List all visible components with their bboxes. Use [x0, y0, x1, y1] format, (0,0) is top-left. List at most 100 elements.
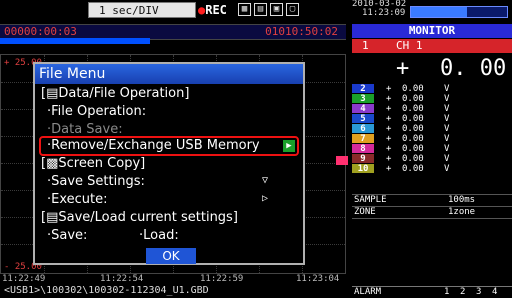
channel-row[interactable]: 7 +0.00 V: [352, 134, 512, 144]
elapsed-time: 00000:00:03: [4, 25, 77, 38]
time-tick: 11:22:54: [100, 274, 144, 284]
channel-unit: V: [444, 124, 450, 134]
channel-unit: V: [444, 164, 450, 174]
channel-row[interactable]: 3 +0.00 V: [352, 94, 512, 104]
timebase-display[interactable]: 1 sec/DIV: [88, 2, 196, 18]
section-screen-copy: [▩Screen Copy]: [41, 156, 146, 171]
alarm-channel[interactable]: 2: [460, 287, 465, 298]
channel-unit: V: [444, 134, 450, 144]
channel-number: 7: [352, 134, 374, 144]
save-item[interactable]: ·Save:: [47, 228, 87, 244]
rec-indicator: ●REC: [198, 2, 227, 18]
channel-number: 5: [352, 114, 374, 124]
channel-value: 0.00: [402, 134, 424, 144]
channel-value: 0.00: [402, 144, 424, 154]
sample-info: SAMPLE 100ms ZONE 1zone: [352, 194, 512, 219]
disk-icon[interactable]: ▣: [270, 3, 283, 16]
alarm-channel[interactable]: 1: [444, 287, 449, 298]
layout-icon[interactable]: ▦: [238, 3, 251, 16]
battery-fill: [411, 7, 467, 17]
channel-number: 8: [352, 144, 374, 154]
channel-value: 0.00: [402, 94, 424, 104]
ch1-sign: +: [396, 56, 410, 81]
channel-row[interactable]: 10 +0.00 V: [352, 164, 512, 174]
alarm-channel[interactable]: 4: [492, 287, 497, 298]
sample-row: SAMPLE 100ms: [352, 194, 512, 206]
channel-sign: +: [386, 84, 392, 94]
channel-unit: V: [444, 84, 450, 94]
ch1-reading: + 0. 00: [352, 54, 512, 84]
zone-label: ZONE: [354, 207, 376, 217]
section-data-file: [▤Data/File Operation]: [41, 86, 190, 101]
channel-sign: +: [386, 104, 392, 114]
sample-value: 100ms: [448, 195, 476, 205]
time-tick: 11:23:04: [296, 274, 340, 284]
channel-number: 10: [352, 164, 374, 174]
datetime: 2010-03-02 11:23:09: [352, 0, 406, 18]
position-time: 01010:50:02: [265, 25, 338, 38]
remove-usb-item[interactable]: ·Remove/Exchange USB Memory: [47, 138, 260, 154]
file-operation-item[interactable]: ·File Operation:: [47, 104, 146, 120]
ch1-header[interactable]: 1 CH 1: [352, 39, 512, 53]
timeline-progress: [0, 38, 150, 44]
channel-number: 2: [352, 84, 374, 94]
dropdown-arrow-icon[interactable]: ▽: [262, 175, 268, 186]
execute-arrow-icon[interactable]: ▷: [262, 193, 268, 204]
channel-sign: +: [386, 134, 392, 144]
load-item[interactable]: ·Load:: [139, 228, 179, 244]
channel-list: 2 +0.00 V 3 +0.00 V 4 +0.00 V 5 +0.00 V 6 +0.00 V 7 +0.0…: [352, 84, 512, 174]
channel-row[interactable]: 6 +0.00 V: [352, 124, 512, 134]
channel-value: 0.00: [402, 164, 424, 174]
channel-value: 0.00: [402, 84, 424, 94]
ch1-label: CH 1: [396, 39, 423, 52]
channel-row[interactable]: 9 +0.00 V: [352, 154, 512, 164]
time-tick: 11:22:59: [200, 274, 244, 284]
file-menu-dialog: File Menu [▤Data/File Operation] ·File O…: [33, 62, 305, 265]
channel-unit: V: [444, 104, 450, 114]
channel-value: 0.00: [402, 114, 424, 124]
channel-value: 0.00: [402, 154, 424, 164]
time-tick: 11:22:49: [2, 274, 46, 284]
channel-row[interactable]: 5 +0.00 V: [352, 114, 512, 124]
channel-row[interactable]: 2 +0.00 V: [352, 84, 512, 94]
channel-number: 3: [352, 94, 374, 104]
channel-number: 6: [352, 124, 374, 134]
channel-row[interactable]: 8 +0.00 V: [352, 144, 512, 154]
alarm-bar: ALARM 1 2 3 4: [352, 286, 512, 298]
battery-indicator: [410, 6, 508, 18]
channel-sign: +: [386, 94, 392, 104]
time-axis: 11:22:49 11:22:54 11:22:59 11:23:04: [0, 274, 346, 284]
channel-sign: +: [386, 154, 392, 164]
file-path: <USB1>\100302\100302-112304_U1.GBD: [4, 285, 209, 296]
channel-value: 0.00: [402, 104, 424, 114]
zone-row: ZONE 1zone: [352, 206, 512, 219]
split-icon[interactable]: ▤: [254, 3, 267, 16]
monitor-title: MONITOR: [352, 24, 512, 38]
dialog-title: File Menu: [35, 64, 303, 84]
channel-number: 9: [352, 154, 374, 164]
channel-number: 4: [352, 104, 374, 114]
time-text: 11:23:09: [362, 8, 406, 18]
lock-icon[interactable]: ▢: [286, 3, 299, 16]
section-save-load: [▤Save/Load current settings]: [41, 210, 238, 225]
alarm-label: ALARM: [354, 287, 382, 297]
channel-unit: V: [444, 94, 450, 104]
channel-sign: +: [386, 164, 392, 174]
remove-usb-arrow-icon[interactable]: ▶: [283, 140, 295, 152]
channel-unit: V: [444, 114, 450, 124]
channel-sign: +: [386, 124, 392, 134]
channel-sign: +: [386, 114, 392, 124]
ok-button[interactable]: OK: [146, 248, 196, 264]
channel-marker[interactable]: [336, 156, 348, 165]
channel-sign: +: [386, 144, 392, 154]
alarm-channel[interactable]: 3: [476, 287, 481, 298]
execute-item[interactable]: ·Execute:: [47, 192, 108, 208]
channel-row[interactable]: 4 +0.00 V: [352, 104, 512, 114]
zone-value: 1zone: [448, 207, 476, 217]
ch1-value: 0. 00: [440, 56, 507, 81]
channel-unit: V: [444, 154, 450, 164]
rec-label: REC: [205, 3, 227, 17]
ch1-number: 1: [362, 39, 369, 52]
save-settings-item[interactable]: ·Save Settings:: [47, 174, 145, 190]
sample-label: SAMPLE: [354, 195, 387, 205]
